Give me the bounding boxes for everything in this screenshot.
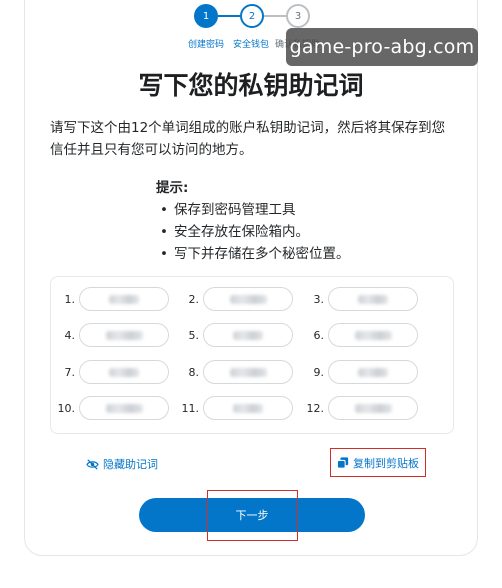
- word-index: 7.: [64, 365, 76, 379]
- secret-phrase-grid: 1. 2. 3. 4. 5. 6. 7. 8. 9. 10. 11. 12.: [50, 276, 454, 434]
- copy-icon: [337, 456, 349, 469]
- word-index: 3.: [313, 292, 325, 306]
- copy-label: 复制到剪贴板: [353, 456, 419, 470]
- tip-item: • 保存到密码管理工具: [156, 199, 456, 221]
- hide-phrase-label: 隐藏助记词: [103, 458, 158, 471]
- next-button[interactable]: 下一步: [139, 498, 365, 532]
- word-index: 10.: [57, 401, 76, 415]
- tip-text: 安全存放在保险箱内。: [174, 224, 309, 240]
- tips-list: • 保存到密码管理工具 • 安全存放在保险箱内。 • 写下并存储在多个秘密位置。: [156, 199, 456, 265]
- word-index: 6.: [313, 328, 325, 342]
- secret-word-item: 4.: [55, 323, 169, 347]
- word-index: 8.: [188, 365, 200, 379]
- secret-word-item: 5.: [179, 323, 293, 347]
- blurred-word: [354, 403, 392, 413]
- step-2-label: 安全钱包: [233, 40, 270, 50]
- secret-word-item: 3.: [304, 287, 418, 311]
- word-index: 2.: [188, 292, 200, 306]
- secret-word-item: 7.: [55, 360, 169, 384]
- blurred-word: [109, 294, 139, 304]
- word-field: [203, 360, 293, 384]
- blurred-word: [358, 367, 388, 377]
- word-index: 9.: [313, 365, 325, 379]
- hide-phrase-link[interactable]: 隐藏助记词: [86, 456, 158, 472]
- word-index: 4.: [64, 328, 76, 342]
- tips-title: 提示:: [156, 180, 189, 196]
- word-field: [203, 396, 293, 420]
- step-connector: [218, 15, 240, 17]
- step-1-label: 创建密码: [188, 40, 225, 50]
- word-field: [328, 323, 418, 347]
- bullet-icon: •: [160, 246, 168, 262]
- eye-slash-icon: [86, 458, 99, 470]
- step-3-indicator: 3: [286, 4, 310, 28]
- blurred-word: [109, 367, 139, 377]
- secret-word-item: 12.: [304, 396, 418, 420]
- blurred-word: [229, 294, 267, 304]
- word-field: [328, 396, 418, 420]
- secret-word-item: 11.: [179, 396, 293, 420]
- secret-word-item: 2.: [179, 287, 293, 311]
- word-field: [203, 323, 293, 347]
- bullet-icon: •: [160, 224, 168, 240]
- secret-word-item: 8.: [179, 360, 293, 384]
- word-field: [79, 287, 169, 311]
- blurred-word: [233, 403, 263, 413]
- word-index: 5.: [188, 328, 200, 342]
- blurred-word: [358, 294, 388, 304]
- secret-word-item: 10.: [55, 396, 169, 420]
- blurred-word: [229, 367, 267, 377]
- blurred-word: [354, 330, 392, 340]
- word-index: 1.: [64, 292, 76, 306]
- step-connector: [264, 15, 286, 17]
- step-1-indicator: 1: [194, 4, 218, 28]
- blurred-word: [233, 330, 263, 340]
- secret-word-item: 9.: [304, 360, 418, 384]
- tips-section: 提示: • 保存到密码管理工具 • 安全存放在保险箱内。 • 写下并存储在多个秘密位置…: [156, 176, 456, 265]
- tip-item: • 安全存放在保险箱内。: [156, 221, 456, 243]
- word-index: 12.: [306, 401, 325, 415]
- watermark-overlay: game-pro-abg.com: [286, 28, 478, 66]
- word-index: 11.: [181, 401, 200, 415]
- tip-text: 保存到密码管理工具: [174, 202, 296, 218]
- word-field: [79, 323, 169, 347]
- secret-word-item: 1.: [55, 287, 169, 311]
- word-field: [328, 360, 418, 384]
- page-title: 写下您的私钥助记词: [138, 71, 364, 100]
- word-field: [203, 287, 293, 311]
- blurred-word: [105, 403, 143, 413]
- copy-to-clipboard-button[interactable]: 复制到剪贴板: [330, 448, 426, 477]
- word-field: [79, 396, 169, 420]
- phrase-actions: 隐藏助记词 复制到剪贴板: [0, 446, 502, 482]
- blurred-word: [105, 330, 143, 340]
- word-field: [79, 360, 169, 384]
- tip-item: • 写下并存储在多个秘密位置。: [156, 243, 456, 265]
- page-description: 请写下这个由12个单词组成的账户私钥助记词，然后将其保存到您信任并且只有您可以访…: [50, 120, 446, 158]
- step-2-indicator: 2: [240, 4, 264, 28]
- bullet-icon: •: [160, 202, 168, 218]
- secret-word-item: 6.: [304, 323, 418, 347]
- word-field: [328, 287, 418, 311]
- tip-text: 写下并存储在多个秘密位置。: [174, 246, 350, 262]
